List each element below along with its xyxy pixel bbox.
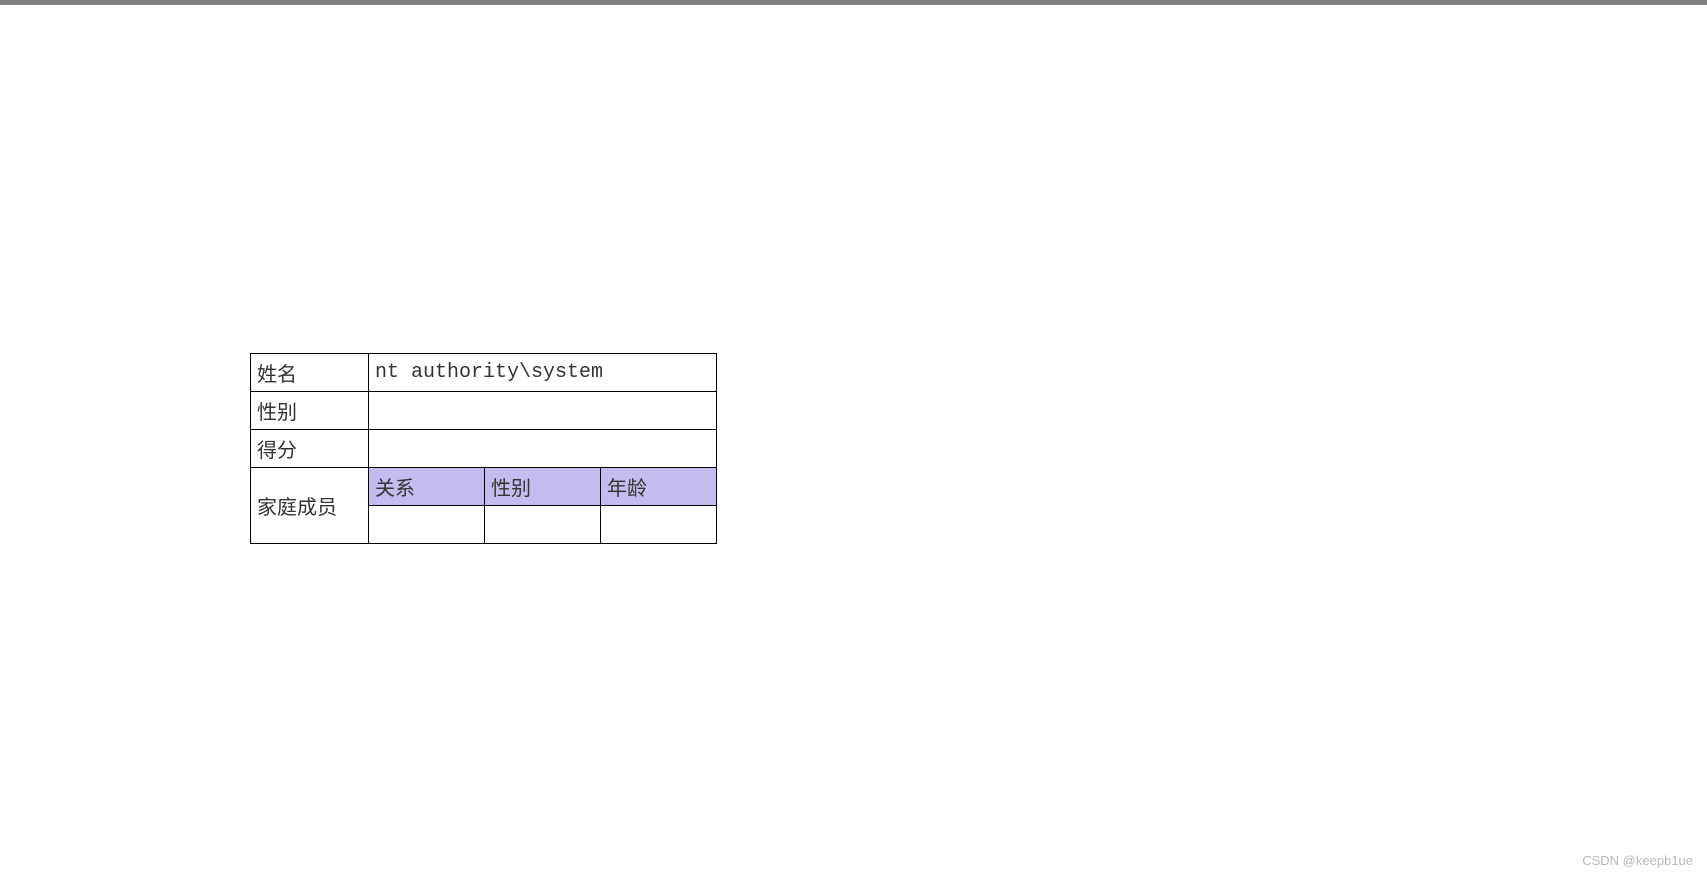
gender-label: 性别 xyxy=(251,392,369,430)
watermark-text: CSDN @keepb1ue xyxy=(1582,853,1693,868)
name-label: 姓名 xyxy=(251,354,369,392)
family-cell-gender xyxy=(485,506,601,544)
score-label: 得分 xyxy=(251,430,369,468)
name-value: nt authority\system xyxy=(369,354,717,392)
table-row: 性别 xyxy=(251,392,717,430)
family-header-relation: 关系 xyxy=(369,468,485,506)
form-table: 姓名 nt authority\system 性别 得分 家庭成员 关系 性别 … xyxy=(250,353,717,544)
gender-value xyxy=(369,392,717,430)
table-row: 姓名 nt authority\system xyxy=(251,354,717,392)
table-row: 家庭成员 关系 性别 年龄 xyxy=(251,468,717,506)
family-label: 家庭成员 xyxy=(251,468,369,544)
family-header-gender: 性别 xyxy=(485,468,601,506)
table-row: 得分 xyxy=(251,430,717,468)
family-cell-age xyxy=(601,506,717,544)
score-value xyxy=(369,430,717,468)
form-table-container: 姓名 nt authority\system 性别 得分 家庭成员 关系 性别 … xyxy=(250,353,717,544)
family-cell-relation xyxy=(369,506,485,544)
family-header-age: 年龄 xyxy=(601,468,717,506)
